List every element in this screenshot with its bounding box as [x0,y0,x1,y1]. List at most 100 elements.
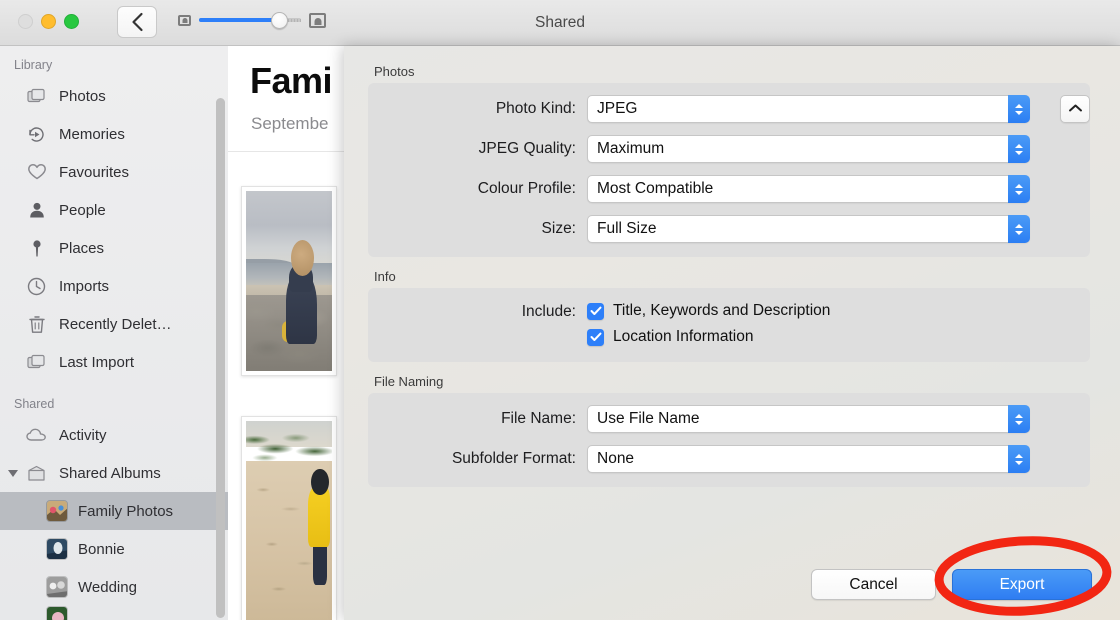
subfolder-format-popup-button[interactable]: None [587,445,1030,473]
photo-thumbnail[interactable] [241,186,337,376]
photo-image-child-on-rocks [246,191,332,371]
heart-icon [26,162,47,183]
sidebar-item-label: Wedding [78,578,137,596]
field-label: Photo Kind: [495,100,576,117]
size-popup-button[interactable]: Full Size [587,215,1030,243]
clock-icon [26,276,47,297]
collapse-panel-button[interactable] [1060,95,1090,123]
sidebar-item-activity[interactable]: Activity [0,416,228,454]
sidebar-item-imports[interactable]: Imports [0,267,228,305]
export-button[interactable]: Export [952,569,1092,600]
group-file-naming: File Name: Use File Name Subfolder Forma… [368,393,1090,487]
stepper-icon[interactable] [1008,175,1030,203]
sidebar-item-label: Photos [59,87,106,105]
group-photos: Photo Kind: JPEG JPEG Quality: Maximum C… [368,83,1090,257]
sidebar-item-bonnie[interactable]: Bonnie [0,530,228,568]
colour-profile-popup-button[interactable]: Most Compatible [587,175,1030,203]
album-date-subtitle: Septembe [251,114,329,133]
cancel-button[interactable]: Cancel [811,569,936,600]
sidebar-item-label: Memories [59,125,125,143]
group-info: Include: Title, Keywords and Description… [368,288,1090,362]
sidebar-item-label: People [59,201,106,219]
sidebar-scrollbar[interactable] [216,98,225,618]
album-thumbnail [46,606,68,620]
sidebar-item-last-import[interactable]: Last Import [0,343,228,381]
popup-value: Most Compatible [597,180,714,197]
page-title: Fami [250,60,333,101]
stepper-icon[interactable] [1008,215,1030,243]
popup-value: Maximum [597,140,665,157]
form-row-size: Size: Full Size [368,215,1090,243]
popup-value: Full Size [597,220,657,237]
popup-value: JPEG [597,100,638,117]
sidebar-item-photos[interactable]: Photos [0,77,228,115]
app-window: Shared Library Photos Memories Favourite… [0,0,1120,620]
checkmark-icon [587,302,604,320]
sidebar-item-wedding[interactable]: Wedding [0,568,228,606]
checkbox-label: Location Information [613,328,754,345]
sidebar-item-label: Family Photos [78,502,174,520]
sidebar-section-header-shared: Shared [14,397,55,411]
photos-stack-icon [26,352,47,373]
sidebar-item-label: Activity [59,426,107,444]
sidebar-item-label: Last Import [59,353,135,371]
checkbox-label: Title, Keywords and Description [613,302,831,319]
checkbox-title-keywords-description[interactable]: Title, Keywords and Description [587,302,830,320]
popup-value: Use File Name [597,410,700,427]
cloud-icon [26,425,47,446]
group-label-photos: Photos [374,64,415,79]
file-name-popup-button[interactable]: Use File Name [587,405,1030,433]
album-thumbnail [46,500,68,522]
album-thumbnail [46,538,68,560]
photo-thumbnail[interactable] [241,416,337,620]
group-label-info: Info [374,269,396,284]
form-row-jpeg-quality: JPEG Quality: Maximum [368,135,1090,163]
sidebar-item-people[interactable]: People [0,191,228,229]
form-row-colour-profile: Colour Profile: Most Compatible [368,175,1090,203]
checkbox-location-information[interactable]: Location Information [587,328,830,346]
photos-stack-icon [26,86,47,107]
group-label-file-naming: File Naming [374,374,444,389]
stepper-icon[interactable] [1008,445,1030,473]
photo-image-child-on-beach [246,421,332,620]
stepper-icon[interactable] [1008,405,1030,433]
field-label: Subfolder Format: [451,450,576,467]
stepper-icon[interactable] [1008,95,1030,123]
jpeg-quality-popup-button[interactable]: Maximum [587,135,1030,163]
sidebar-item-label: Imports [59,277,110,295]
chevron-down-icon[interactable] [8,469,18,477]
stepper-icon[interactable] [1008,135,1030,163]
field-label: Size: [541,220,576,237]
sidebar-item-favourites[interactable]: Favourites [0,153,228,191]
photo-kind-popup-button[interactable]: JPEG [587,95,1030,123]
person-icon [26,200,47,221]
chevron-up-icon [1068,100,1083,118]
sidebar-item-partial[interactable] [0,606,228,620]
sidebar-section-header-library: Library [14,58,53,72]
sidebar: Library Photos Memories Favourites Peopl… [0,46,228,620]
field-label: Colour Profile: [477,180,576,197]
form-row-subfolder-format: Subfolder Format: None [368,445,1090,473]
field-label: File Name: [501,410,576,427]
sidebar-item-label: Shared Albums [59,464,161,482]
sidebar-item-family-photos[interactable]: Family Photos [0,492,228,530]
sidebar-item-label: Favourites [59,163,130,181]
checkmark-icon [587,328,604,346]
sidebar-item-recently-deleted[interactable]: Recently Delet… [0,305,228,343]
form-row-file-name: File Name: Use File Name [368,405,1090,433]
sidebar-item-label: Recently Delet… [59,315,172,333]
export-dialog: Photos Photo Kind: JPEG JPEG Quality: Ma… [344,46,1120,620]
popup-value: None [597,450,635,467]
window-title: Shared [535,14,585,31]
sidebar-item-memories[interactable]: Memories [0,115,228,153]
album-thumbnail [46,576,68,598]
sidebar-item-label: Places [59,239,105,257]
sidebar-item-shared-albums[interactable]: Shared Albums [0,454,228,492]
map-pin-icon [26,238,47,259]
memories-icon [26,124,47,145]
sidebar-item-places[interactable]: Places [0,229,228,267]
dialog-button-row: Cancel Export [811,569,1092,600]
trash-icon [26,314,47,335]
sidebar-item-label: Bonnie [78,540,125,558]
album-box-icon [26,463,47,484]
